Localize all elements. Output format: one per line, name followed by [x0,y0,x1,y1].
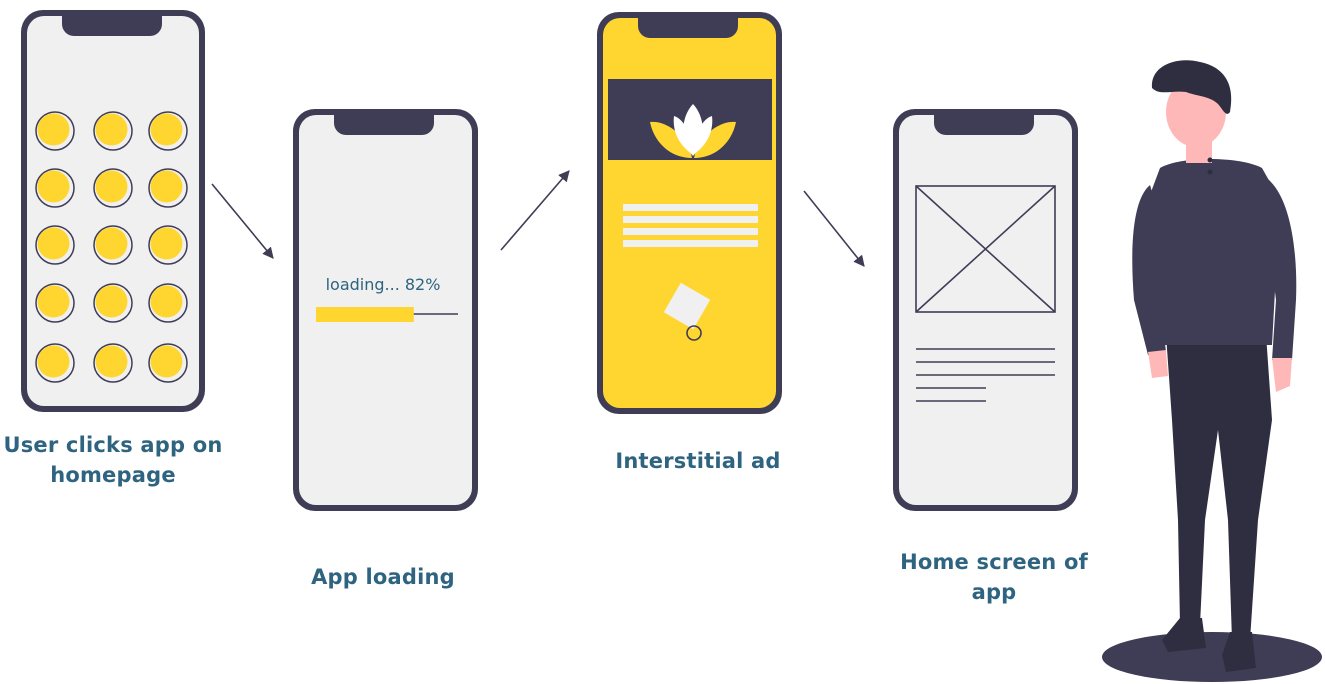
app-icon-fill [37,113,70,146]
caption-user-clicks-app: User clicks app on homepage [0,430,231,490]
flow-diagram: loading... 82% [21,10,1322,682]
caption-line: app [971,580,1017,604]
app-icon-fill [95,170,128,203]
app-icon-fill [150,113,183,146]
person-illustration [1102,60,1322,682]
phone-homepage [21,10,205,412]
app-icon-fill [37,345,70,378]
loading-text: loading... 82% [326,275,441,294]
phone-interstitial-ad [597,12,782,414]
phone-app-home-screen [893,109,1078,511]
app-icon-fill [95,227,128,260]
caption-app-loading: App loading [283,562,483,592]
app-icon-fill [37,285,70,318]
app-icon-fill [150,345,183,378]
app-icon-fill [95,113,128,146]
app-icon-fill [150,170,183,203]
flow-arrow-icon [500,170,570,251]
phone-loading: loading... 82% [293,109,478,511]
app-icon-fill [150,285,183,318]
app-icon-fill [95,285,128,318]
app-icon-fill [95,345,128,378]
caption-line: Home screen of [900,550,1088,574]
caption-line: homepage [50,463,176,487]
app-icon-fill [37,170,70,203]
caption-line: User clicks app on [3,433,223,457]
person-shadow [1102,632,1322,682]
flow-arrow-icon [803,190,865,267]
progress-bar [316,307,414,322]
app-icon-fill [37,227,70,260]
flow-arrow-icon [211,183,274,259]
caption-line: Interstitial ad [615,449,781,473]
caption-line: App loading [311,565,455,589]
caption-interstitial-ad: Interstitial ad [598,446,798,476]
app-icon-fill [150,227,183,260]
caption-home-screen: Home screen of app [884,547,1104,607]
